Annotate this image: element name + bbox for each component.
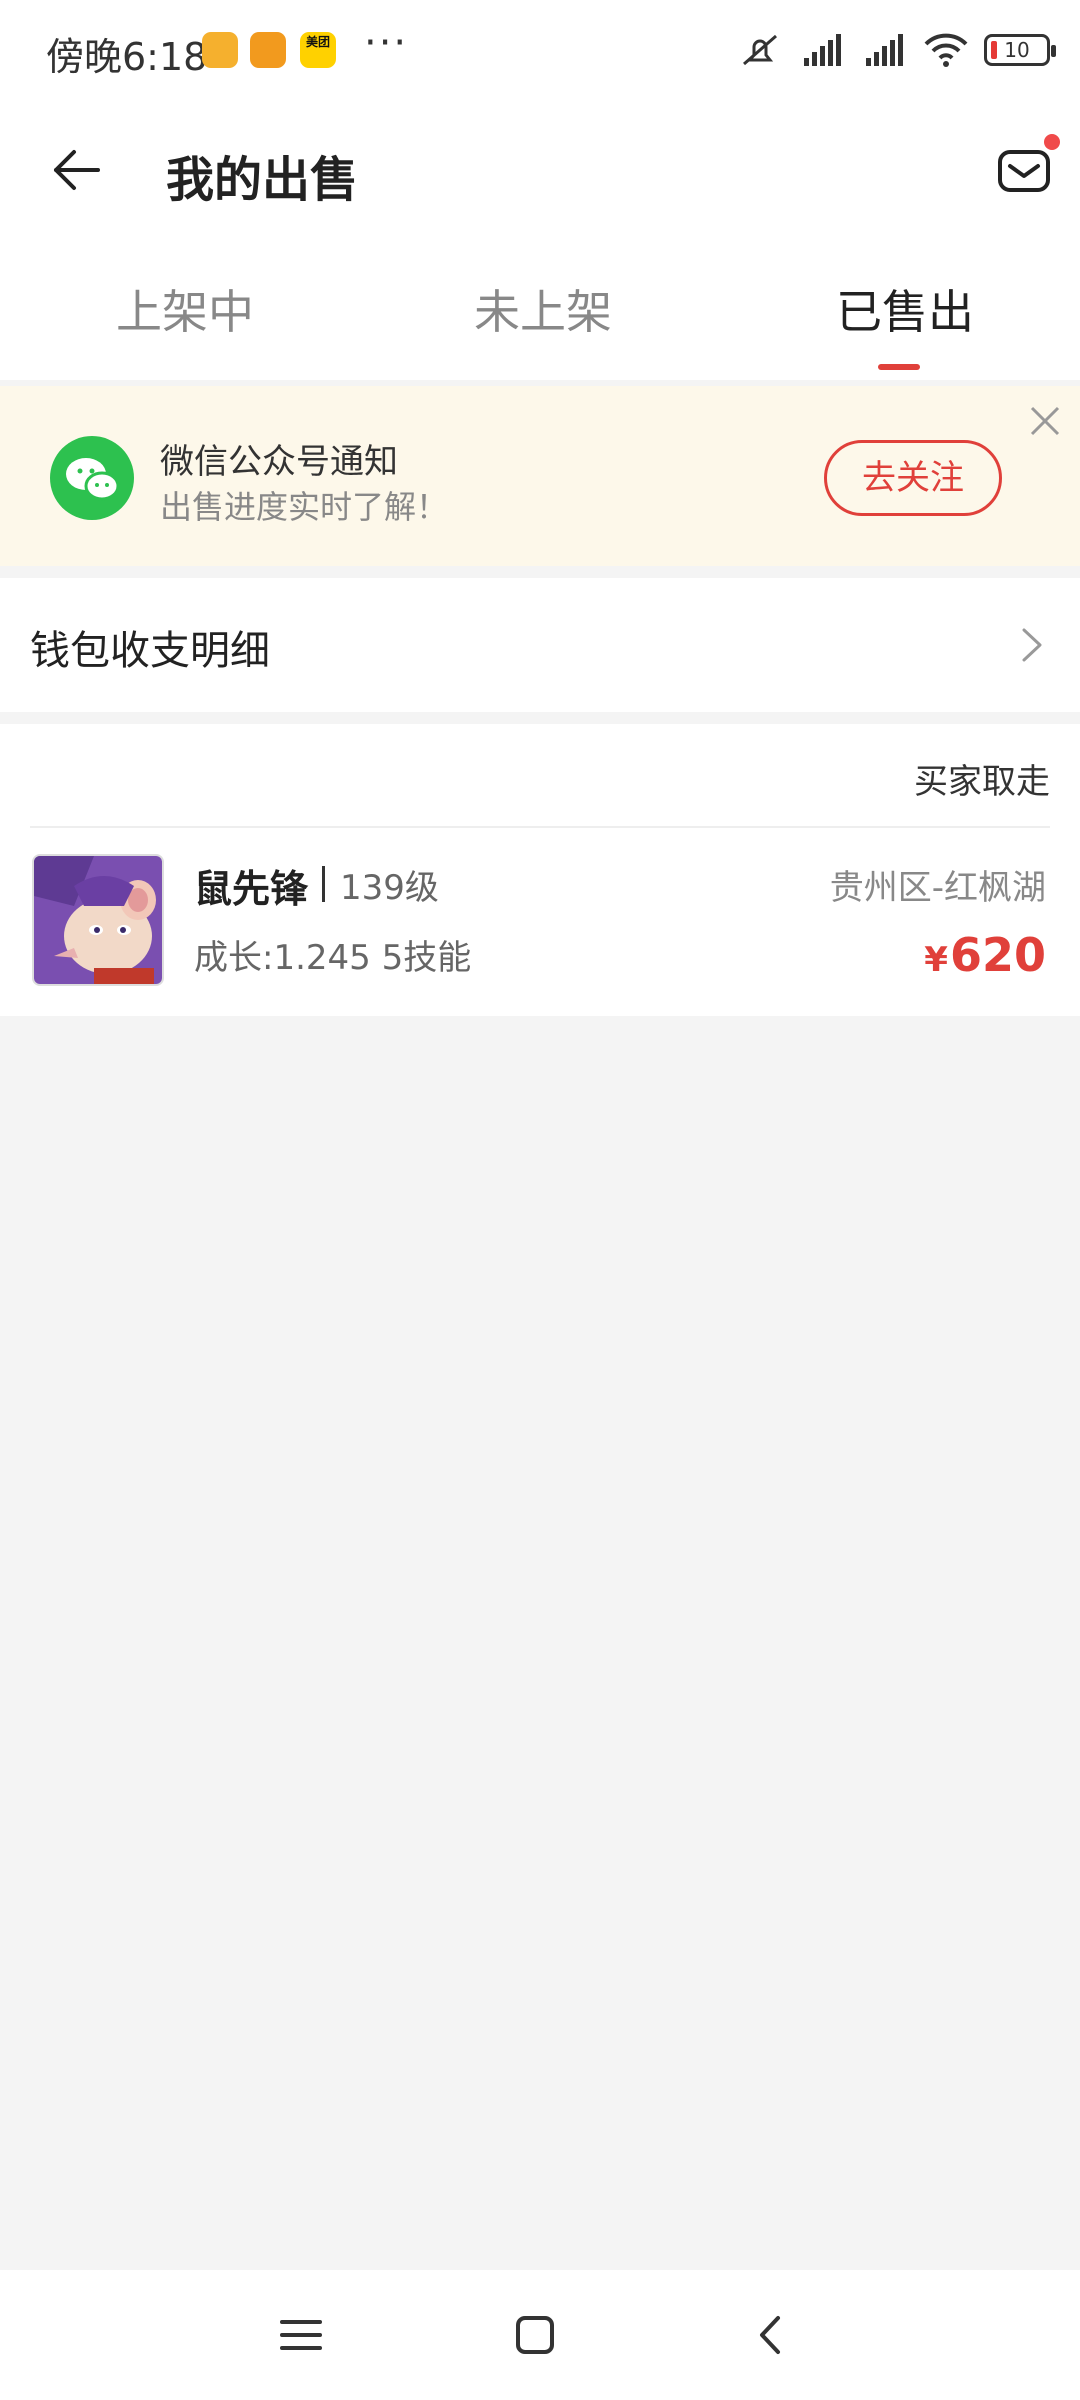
mute-icon bbox=[743, 34, 777, 66]
wechat-icon bbox=[50, 436, 134, 520]
signal-icon bbox=[804, 34, 841, 66]
notification-app-icon bbox=[202, 32, 238, 68]
status-bar: 傍晚6:18 美团 ··· 10 bbox=[0, 0, 1080, 100]
back-arrow-icon[interactable] bbox=[50, 142, 106, 198]
status-icons: 10 bbox=[736, 30, 1056, 70]
tab-not-listed[interactable]: 未上架 bbox=[474, 276, 612, 342]
screen: 傍晚6:18 美团 ··· 10 我的出售 上架中 未上架 已售出 微信公众号通… bbox=[0, 0, 1080, 2400]
unread-dot bbox=[1044, 134, 1060, 150]
more-notifications-icon: ··· bbox=[364, 20, 409, 66]
back-icon[interactable] bbox=[746, 2310, 796, 2360]
pet-stats: 成长:1.245 5技能 bbox=[194, 938, 472, 978]
signal-icon bbox=[866, 34, 903, 66]
pet-thumbnail bbox=[32, 854, 164, 986]
chevron-right-icon bbox=[1022, 628, 1042, 662]
tab-sold[interactable]: 已售出 bbox=[836, 276, 974, 342]
notice-subtitle: 出售进度实时了解！ bbox=[160, 488, 449, 526]
close-icon[interactable] bbox=[1026, 402, 1064, 440]
wifi-icon bbox=[924, 33, 968, 67]
sold-item-card[interactable]: 买家取走 鼠先锋 139级 成长:1.245 5技能 贵州区-红枫湖 ¥620 bbox=[0, 724, 1080, 1016]
currency-symbol: ¥ bbox=[924, 940, 948, 980]
order-status: 买家取走 bbox=[914, 762, 1050, 802]
separator bbox=[322, 866, 325, 902]
meituan-app-icon: 美团 bbox=[300, 32, 336, 68]
wechat-notice-banner: 微信公众号通知 出售进度实时了解！ 去关注 bbox=[0, 386, 1080, 566]
tab-bar: 上架中 未上架 已售出 bbox=[0, 240, 1080, 380]
battery-text: 10 bbox=[1004, 38, 1030, 62]
home-icon[interactable] bbox=[510, 2310, 560, 2360]
status-time: 傍晚6:18 bbox=[46, 35, 208, 79]
notification-app-icon bbox=[250, 32, 286, 68]
follow-button[interactable]: 去关注 bbox=[824, 440, 1002, 516]
menu-icon[interactable] bbox=[276, 2310, 326, 2360]
wallet-details-row[interactable]: 钱包收支明细 bbox=[0, 578, 1080, 712]
battery-level bbox=[991, 41, 997, 59]
sale-price: ¥620 bbox=[924, 928, 1046, 982]
price-value: 620 bbox=[949, 928, 1046, 982]
battery-icon: 10 bbox=[984, 34, 1056, 66]
pet-name: 鼠先锋 bbox=[194, 867, 309, 911]
system-nav-bar bbox=[0, 2270, 1080, 2400]
page-title: 我的出售 bbox=[166, 152, 359, 208]
divider bbox=[30, 826, 1050, 828]
active-tab-indicator bbox=[878, 364, 920, 370]
mail-icon[interactable] bbox=[994, 140, 1054, 200]
tab-on-sale[interactable]: 上架中 bbox=[116, 276, 254, 342]
app-header: 我的出售 bbox=[0, 100, 1080, 240]
server-name: 贵州区-红枫湖 bbox=[829, 868, 1046, 908]
pet-level: 139级 bbox=[340, 868, 439, 908]
notice-title: 微信公众号通知 bbox=[160, 442, 398, 482]
wallet-details-label: 钱包收支明细 bbox=[30, 628, 270, 674]
